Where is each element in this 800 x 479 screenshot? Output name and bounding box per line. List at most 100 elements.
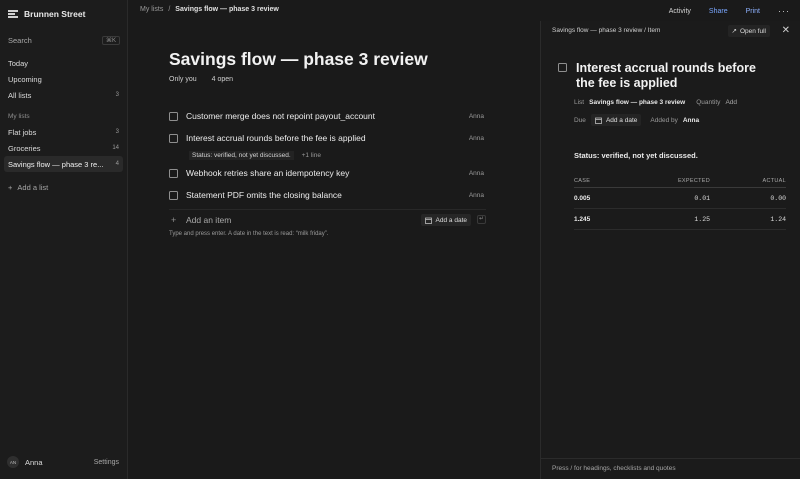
top-actions: Activity Share Print ···: [669, 6, 790, 16]
editor-hint: Press / for headings, checklists and quo…: [552, 465, 676, 472]
search-shortcut: ⌘K: [101, 35, 120, 45]
task-title: Interest accrual rounds before the fee i…: [186, 133, 366, 143]
due-date-button[interactable]: Add a date: [590, 114, 642, 126]
add-item-input[interactable]: Add an item: [186, 215, 231, 225]
table-row: 1.245 1.25 1.24: [574, 209, 786, 230]
nav-item-label: Today: [8, 58, 29, 68]
panel-title-row: Interest accrual rounds before the fee i…: [558, 61, 776, 91]
page-title[interactable]: Savings flow — phase 3 review: [169, 49, 428, 70]
task-title: Customer merge does not repoint payout_a…: [186, 111, 376, 121]
task-row[interactable]: Statement PDF omits the closing balance …: [169, 184, 486, 206]
search-label: Search: [8, 35, 32, 45]
print-button[interactable]: Print: [746, 8, 760, 15]
calendar-icon: [424, 217, 432, 224]
list-item-savings-flow[interactable]: Savings flow — phase 3 re... 4: [4, 156, 123, 172]
top-bar: My lists / Savings flow — phase 3 review…: [128, 0, 800, 21]
avatar: AN: [7, 456, 19, 468]
task-checkbox[interactable]: [169, 111, 178, 121]
task-row[interactable]: Interest accrual rounds before the fee i…: [169, 127, 486, 149]
task-assignee: Anna: [468, 191, 484, 199]
open-full-button[interactable]: ↗ Open full: [727, 25, 770, 37]
breadcrumb-root[interactable]: My lists: [140, 6, 163, 13]
open-count: 4 open: [211, 76, 234, 83]
table-row: 0.005 0.01 0.00: [574, 188, 786, 209]
task-list: Customer merge does not repoint payout_a…: [169, 105, 486, 230]
list-item-count: 3: [115, 129, 119, 135]
search-button[interactable]: Search ⌘K: [8, 34, 120, 46]
panel-footer: Press / for headings, checklists and quo…: [541, 458, 800, 479]
add-item-row[interactable]: + Add an item Add a date ↵: [169, 209, 486, 230]
nav-item-label: Upcoming: [8, 74, 42, 84]
user-name: Anna: [25, 457, 43, 467]
item-detail-panel: Savings flow — phase 3 review / Item ↗ O…: [540, 21, 800, 479]
my-lists-nav: Flat jobs 3 Groceries 14 Savings flow — …: [4, 124, 123, 172]
task-note-text: Status: verified, not yet discussed.: [189, 151, 294, 160]
workspace-name: Brunnen Street: [24, 9, 86, 19]
list-item-flat-jobs[interactable]: Flat jobs 3: [4, 124, 123, 140]
my-lists-heading: My lists: [8, 113, 30, 120]
list-item-label: Savings flow — phase 3 re...: [8, 159, 104, 169]
menu-logo-icon: [8, 10, 18, 18]
due-date-label: Add a date: [605, 116, 638, 124]
item-status: Status: verified, not yet discussed.: [574, 151, 698, 160]
add-date-button[interactable]: Add a date: [420, 214, 471, 226]
task-checkbox[interactable]: [169, 190, 178, 200]
nav-item-today[interactable]: Today: [4, 55, 123, 71]
quantity-prop-label: Quantity: [696, 99, 721, 106]
list-item-label: Groceries: [8, 143, 41, 153]
nav-item-all-lists[interactable]: All lists 3: [4, 87, 123, 103]
list-item-label: Flat jobs: [8, 127, 37, 137]
task-assignee: Anna: [468, 169, 484, 177]
close-icon[interactable]: ✕: [782, 25, 790, 36]
column-header-expected: EXPECTED: [677, 177, 710, 184]
nav-item-count: 3: [115, 92, 119, 98]
task-checkbox[interactable]: [169, 168, 178, 178]
activity-button[interactable]: Activity: [669, 8, 691, 15]
settings-link[interactable]: Settings: [94, 459, 119, 466]
column-header-case: CASE: [574, 177, 591, 184]
list-item-count: 4: [115, 161, 119, 167]
add-list-label: Add a list: [17, 183, 49, 192]
filter-only-you[interactable]: Only you: [169, 76, 197, 83]
share-button[interactable]: Share: [709, 8, 728, 15]
panel-breadcrumb: Savings flow — phase 3 review / Item: [552, 27, 661, 34]
table-cell: 0.01: [694, 194, 710, 202]
list-meta: Only you 4 open: [169, 76, 233, 83]
table-cell: 1.24: [770, 215, 786, 223]
open-full-label: Open full: [739, 27, 766, 35]
item-properties-row: Due Add a date Added by Anna: [574, 114, 699, 126]
more-options-icon[interactable]: ···: [778, 6, 790, 16]
item-table: CASE EXPECTED ACTUAL 0.005 0.01 0.00 1.2…: [574, 174, 786, 230]
nav-item-label: All lists: [8, 90, 32, 100]
column-header-actual: ACTUAL: [762, 177, 786, 184]
table-cell: 0.005: [574, 194, 591, 202]
nav-item-upcoming[interactable]: Upcoming: [4, 71, 123, 87]
due-prop-label: Due: [574, 116, 586, 124]
add-list-button[interactable]: + Add a list: [8, 183, 48, 192]
task-assignee: Anna: [468, 112, 484, 120]
table-header: CASE EXPECTED ACTUAL: [574, 174, 786, 188]
breadcrumb: My lists / Savings flow — phase 3 review: [140, 6, 279, 13]
enter-icon[interactable]: ↵: [477, 215, 486, 224]
user-menu[interactable]: AN Anna: [7, 456, 43, 468]
added-by-label: Added by: [650, 116, 678, 124]
plus-icon: +: [8, 183, 13, 192]
list-item-count: 14: [112, 145, 119, 151]
task-row[interactable]: Webhook retries share an idempotency key…: [169, 162, 486, 184]
expand-icon: ↗: [731, 28, 737, 35]
table-cell: 0.00: [770, 194, 786, 202]
workspace-brand[interactable]: Brunnen Street: [8, 9, 85, 19]
item-checkbox[interactable]: [558, 63, 567, 72]
list-view: Savings flow — phase 3 review Only you 4…: [128, 21, 540, 479]
quantity-add-button[interactable]: Add: [725, 99, 737, 106]
table-cell: 1.25: [694, 215, 710, 223]
task-row[interactable]: Customer merge does not repoint payout_a…: [169, 105, 486, 127]
item-title[interactable]: Interest accrual rounds before the fee i…: [576, 61, 776, 91]
list-item-groceries[interactable]: Groceries 14: [4, 140, 123, 156]
task-checkbox[interactable]: [169, 133, 178, 143]
calendar-icon: [595, 117, 602, 124]
task-title: Webhook retries share an idempotency key: [186, 168, 350, 178]
item-properties-row: List Savings flow — phase 3 review Quant…: [574, 99, 737, 106]
sidebar: Brunnen Street Search ⌘K Today Upcoming …: [0, 0, 128, 479]
list-prop-value[interactable]: Savings flow — phase 3 review: [589, 99, 685, 106]
